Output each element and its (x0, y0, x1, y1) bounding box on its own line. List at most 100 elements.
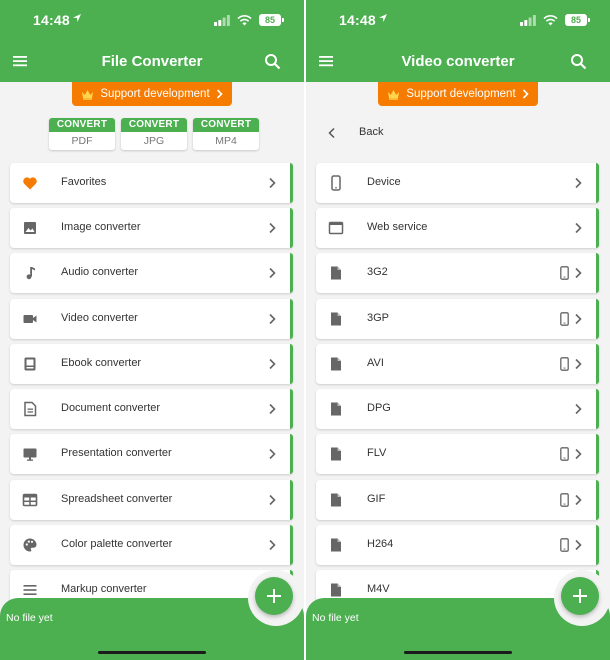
list-item-image-converter[interactable]: Image converter (10, 208, 293, 248)
file-icon (331, 583, 341, 597)
chevron-right-icon (269, 267, 276, 279)
app-bar: 14:48 85 Video converter (306, 0, 610, 82)
smartphone-icon (560, 266, 569, 280)
list-item-format-3g2[interactable]: 3G2 (316, 253, 599, 293)
chevron-right-icon (269, 494, 276, 506)
hamburger-menu-icon[interactable] (318, 53, 334, 69)
list-item-device[interactable]: Device (316, 163, 599, 203)
search-icon[interactable] (264, 53, 281, 70)
wifi-icon (237, 14, 252, 25)
support-development-button[interactable]: Support development (378, 82, 538, 106)
list-item-format-avi[interactable]: AVI (316, 344, 599, 384)
plus-icon (573, 589, 587, 603)
back-button[interactable]: Back (306, 120, 610, 146)
file-icon (331, 312, 341, 326)
list-item-format-dpg[interactable]: DPG (316, 389, 599, 429)
file-icon (331, 447, 341, 461)
list-item-spreadsheet-converter[interactable]: Spreadsheet converter (10, 480, 293, 520)
cellular-signal-icon (520, 14, 536, 26)
list-item-label: Ebook converter (61, 357, 142, 369)
chevron-right-icon (575, 539, 582, 551)
location-arrow-icon (73, 14, 81, 22)
list-item-favorites[interactable]: Favorites (10, 163, 293, 203)
hamburger-menu-icon[interactable] (12, 53, 28, 69)
support-development-button[interactable]: Support development (72, 82, 232, 106)
list-item-format-flv[interactable]: FLV (316, 434, 599, 474)
convert-to-label: CONVERT TO (49, 118, 115, 144)
support-development-label: Support development (406, 88, 516, 100)
list-item-label: Color palette converter (61, 538, 173, 550)
book-icon (24, 357, 36, 371)
convert-to-mp4-chip[interactable]: CONVERT TO MP4 (193, 118, 259, 150)
status-icons: 85 (214, 14, 284, 26)
smartphone-icon (560, 312, 569, 326)
smartphone-icon (560, 357, 569, 371)
file-converter-screen: 14:48 85 File Converter Support developm… (0, 0, 304, 660)
convert-to-label: CONVERT TO (121, 118, 187, 144)
convert-to-format: MP4 (215, 135, 237, 147)
chevron-right-icon (522, 89, 529, 99)
list-item-label: DPG (367, 402, 391, 414)
list-item-label: Web service (367, 221, 428, 233)
chevron-right-icon (575, 222, 582, 234)
chevron-right-icon (269, 539, 276, 551)
chevron-right-icon (575, 448, 582, 460)
document-icon (24, 401, 37, 417)
plus-icon (267, 589, 281, 603)
list-item-format-3gp[interactable]: 3GP (316, 299, 599, 339)
heart-icon (23, 177, 37, 190)
list-item-label: Audio converter (61, 266, 139, 278)
back-label: Back (359, 126, 384, 138)
file-icon (331, 538, 341, 552)
search-icon[interactable] (570, 53, 587, 70)
list-item-label: Favorites (61, 176, 107, 188)
chevron-right-icon (269, 403, 276, 415)
no-file-status: No file yet (6, 612, 53, 624)
convert-to-format: PDF (71, 135, 93, 147)
chevron-right-icon (269, 313, 276, 325)
smartphone-icon (331, 175, 341, 191)
battery-indicator: 85 (259, 14, 284, 26)
list-item-label: Markup converter (61, 583, 147, 595)
home-indicator (98, 651, 206, 654)
convert-to-jpg-chip[interactable]: CONVERT TO JPG (121, 118, 187, 150)
add-file-button[interactable] (561, 577, 599, 615)
music-note-icon (26, 267, 35, 280)
list-item-document-converter[interactable]: Document converter (10, 389, 293, 429)
list-item-label: Device (367, 176, 401, 188)
markup-icon (23, 585, 37, 595)
convert-to-format: JPG (143, 135, 165, 147)
list-item-format-h264[interactable]: H264 (316, 525, 599, 565)
convert-to-label: CONVERT TO (193, 118, 259, 144)
list-item-format-gif[interactable]: GIF (316, 480, 599, 520)
chevron-right-icon (575, 313, 582, 325)
list-item-audio-converter[interactable]: Audio converter (10, 253, 293, 293)
chevron-right-icon (575, 177, 582, 189)
chevron-right-icon (575, 494, 582, 506)
list-item-label: Presentation converter (61, 447, 172, 459)
list-item-video-converter[interactable]: Video converter (10, 299, 293, 339)
convert-to-pdf-chip[interactable]: CONVERT TO PDF (49, 118, 115, 150)
file-icon (331, 402, 341, 416)
list-item-label: Video converter (61, 312, 138, 324)
palette-icon (23, 538, 37, 552)
wifi-icon (543, 14, 558, 25)
chevron-right-icon (575, 403, 582, 415)
browser-window-icon (328, 221, 344, 235)
list-item-label: AVI (367, 357, 384, 369)
image-icon (24, 222, 36, 234)
list-item-web-service[interactable]: Web service (316, 208, 599, 248)
list-item-ebook-converter[interactable]: Ebook converter (10, 344, 293, 384)
smartphone-icon (560, 447, 569, 461)
list-item-presentation-converter[interactable]: Presentation converter (10, 434, 293, 474)
add-file-button[interactable] (255, 577, 293, 615)
file-icon (331, 357, 341, 371)
chevron-right-icon (269, 448, 276, 460)
list-item-color-palette-converter[interactable]: Color palette converter (10, 525, 293, 565)
smartphone-icon (560, 493, 569, 507)
chevron-right-icon (216, 89, 223, 99)
chevron-right-icon (269, 177, 276, 189)
chevron-right-icon (575, 267, 582, 279)
no-file-status: No file yet (312, 612, 359, 624)
list-item-label: H264 (367, 538, 394, 550)
